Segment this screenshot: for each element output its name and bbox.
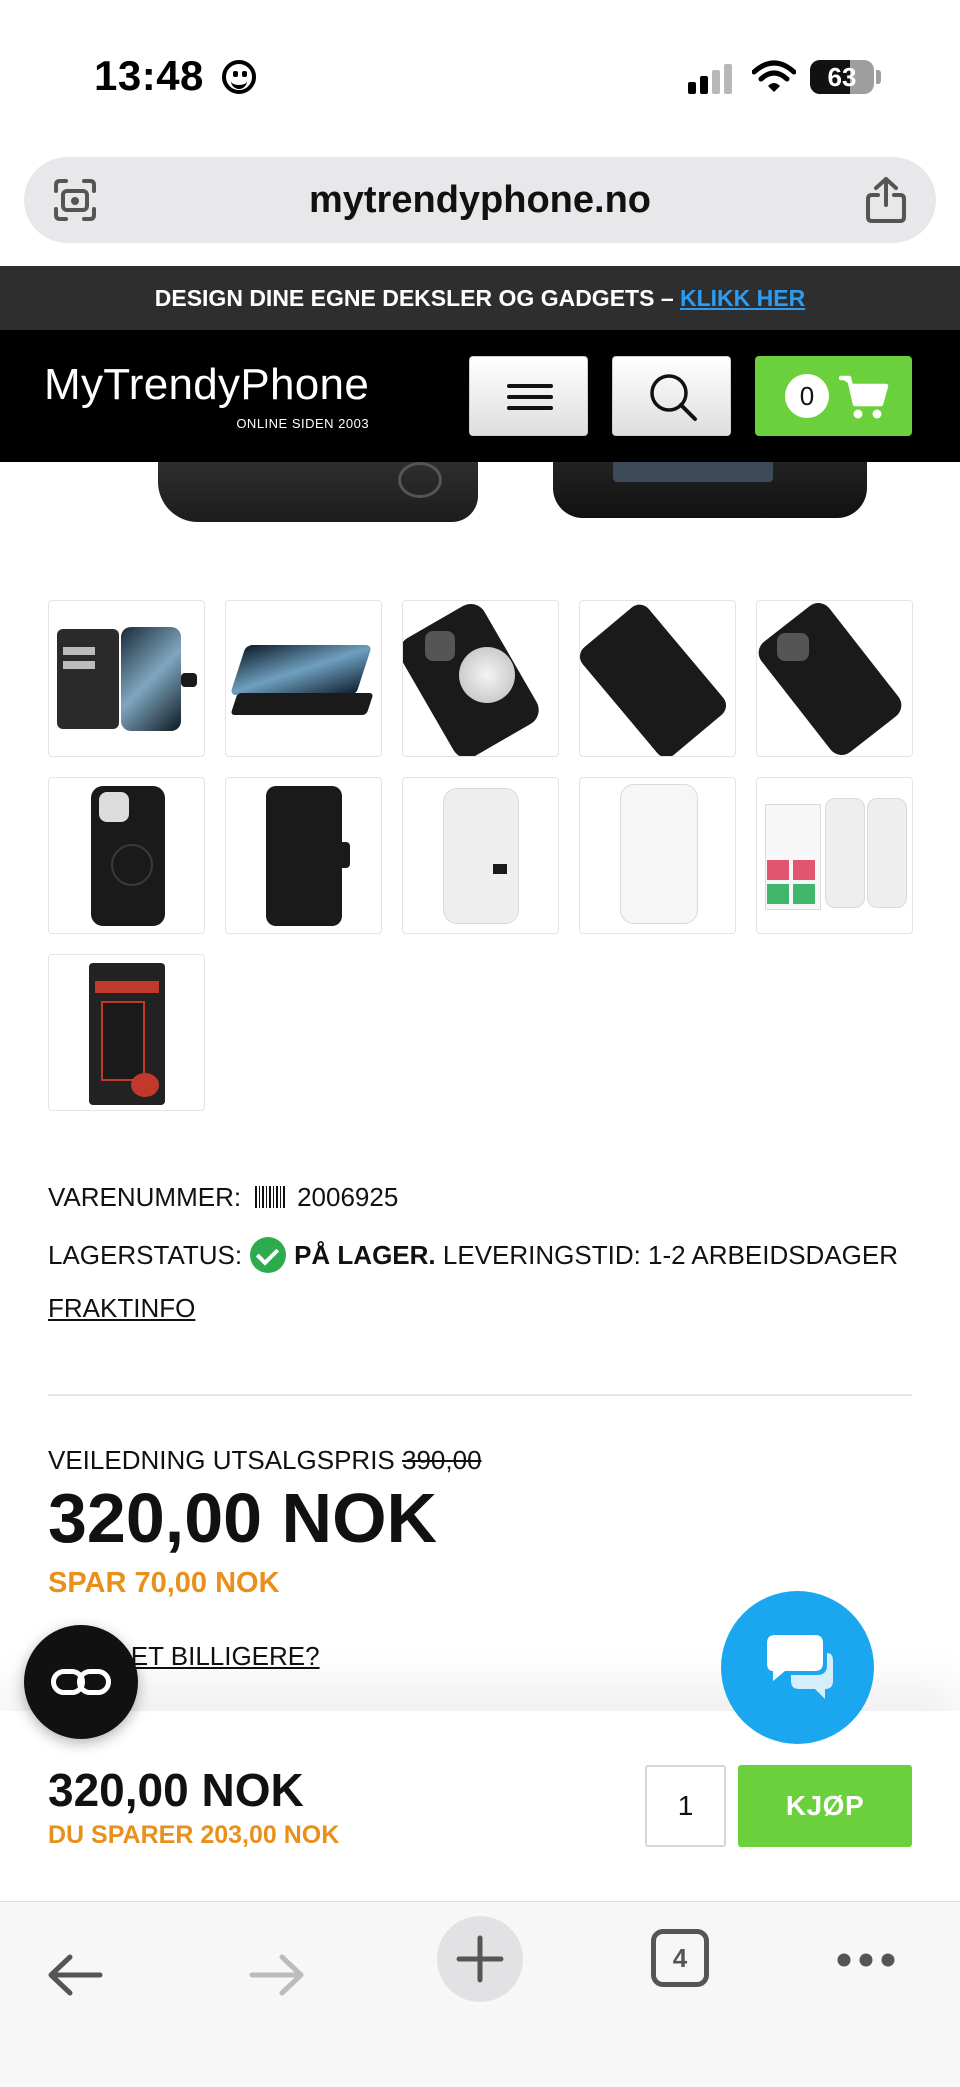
cart-icon <box>839 375 889 419</box>
logo-tagline: ONLINE SIDEN 2003 <box>236 416 370 431</box>
stock-label: LAGERSTATUS: <box>48 1240 243 1270</box>
thumbnail-wallet-open-cards[interactable] <box>48 600 205 757</box>
cellular-signal-icon <box>688 64 736 94</box>
thumbnail-case-back-ring[interactable] <box>48 777 205 934</box>
divider <box>48 1394 912 1396</box>
thumbnail-screen-protector[interactable] <box>402 777 559 934</box>
thumbnail-retail-box[interactable] <box>48 954 205 1111</box>
stock-row: LAGERSTATUS: PÅ LAGER. LEVERINGSTID: 1-2 … <box>48 1237 898 1273</box>
menu-button[interactable] <box>469 356 588 436</box>
wifi-icon <box>752 60 796 92</box>
rrp-label: VEILEDNING UTSALGSPRIS <box>48 1445 395 1475</box>
chat-icon <box>767 1635 833 1699</box>
back-arrow-icon[interactable] <box>46 1952 104 1998</box>
stock-status: PÅ LAGER. <box>294 1240 436 1270</box>
shipping-info-link[interactable]: FRAKTINFO <box>48 1293 195 1324</box>
new-tab-button[interactable] <box>437 1916 523 2002</box>
status-bar: 13:48 63 <box>0 0 960 150</box>
battery-level: 63 <box>827 62 857 92</box>
promo-banner: DESIGN DINE EGNE DEKSLER OG GADGETS – KL… <box>0 266 960 330</box>
sku-value: 2006925 <box>297 1182 399 1212</box>
share-icon[interactable] <box>864 175 908 225</box>
thumbnail-case-magsafe[interactable] <box>402 600 559 757</box>
buy-button[interactable]: KJØP <box>738 1765 912 1847</box>
quantity-input[interactable] <box>645 1765 726 1847</box>
buy-bar-price: 320,00 NOK <box>48 1764 304 1816</box>
tabs-button[interactable]: 4 <box>651 1929 709 1987</box>
smiley-icon <box>222 60 256 94</box>
barcode-icon <box>255 1186 286 1208</box>
product-price: 320,00 NOK <box>48 1479 438 1557</box>
accessibility-fab[interactable] <box>24 1625 138 1739</box>
forward-arrow-icon[interactable] <box>248 1952 306 1998</box>
status-time: 13:48 <box>94 52 204 99</box>
url-text[interactable]: mytrendyphone.no <box>24 157 936 243</box>
delivery-time: LEVERINGSTID: 1-2 ARBEIDSDAGER <box>442 1240 899 1270</box>
wallet-case-open-image <box>553 462 867 518</box>
logo-name: MyTrendyPhone <box>44 360 370 409</box>
promo-text: DESIGN DINE EGNE DEKSLER OG GADGETS – <box>154 285 680 311</box>
check-circle-icon <box>250 1237 287 1273</box>
thumbnail-screen-protector-peel[interactable] <box>579 777 736 934</box>
found-cheaper-link[interactable]: DET BILLIGERE? <box>112 1641 320 1672</box>
site-logo[interactable]: MyTrendyPhone ONLINE SIDEN 2003 <box>44 360 370 431</box>
site-header: MyTrendyPhone ONLINE SIDEN 2003 0 <box>0 330 960 462</box>
more-options-icon[interactable] <box>836 1952 896 1968</box>
product-main-image[interactable] <box>0 462 960 542</box>
rrp-row: VEILEDNING UTSALGSPRIS 390,00 <box>48 1445 482 1476</box>
search-button[interactable] <box>612 356 731 436</box>
cart-count: 0 <box>785 374 829 418</box>
thumbnail-wallet-closed[interactable] <box>579 600 736 757</box>
battery-indicator: 63 <box>810 60 874 94</box>
wallet-case-image <box>158 462 478 522</box>
thumbnail-case-back[interactable] <box>756 600 913 757</box>
promo-link[interactable]: KLIKK HER <box>680 285 805 311</box>
battery-tip <box>876 70 881 84</box>
sku-label: VARENUMMER: <box>48 1182 242 1212</box>
plus-icon <box>456 1935 504 1983</box>
thumbnail-wallet-stand[interactable] <box>225 600 382 757</box>
hamburger-icon <box>507 384 553 388</box>
hamburger-icon <box>507 395 553 399</box>
search-icon <box>650 374 697 421</box>
address-bar[interactable]: mytrendyphone.no <box>24 157 936 243</box>
savings-text: SPAR 70,00 NOK <box>48 1567 280 1599</box>
browser-toolbar: 4 <box>0 1901 960 2087</box>
link-icon <box>77 1669 111 1695</box>
hamburger-icon <box>507 406 553 410</box>
buy-bar-savings: DU SPARER 203,00 NOK <box>48 1821 340 1849</box>
thumbnail-case-closed-front[interactable] <box>225 777 382 934</box>
sku-row: VARENUMMER: 2006925 <box>48 1182 398 1213</box>
cart-button[interactable]: 0 <box>755 356 912 436</box>
thumbnail-protector-kit[interactable] <box>756 777 913 934</box>
chat-button[interactable] <box>721 1591 874 1744</box>
rrp-price: 390,00 <box>402 1445 482 1475</box>
